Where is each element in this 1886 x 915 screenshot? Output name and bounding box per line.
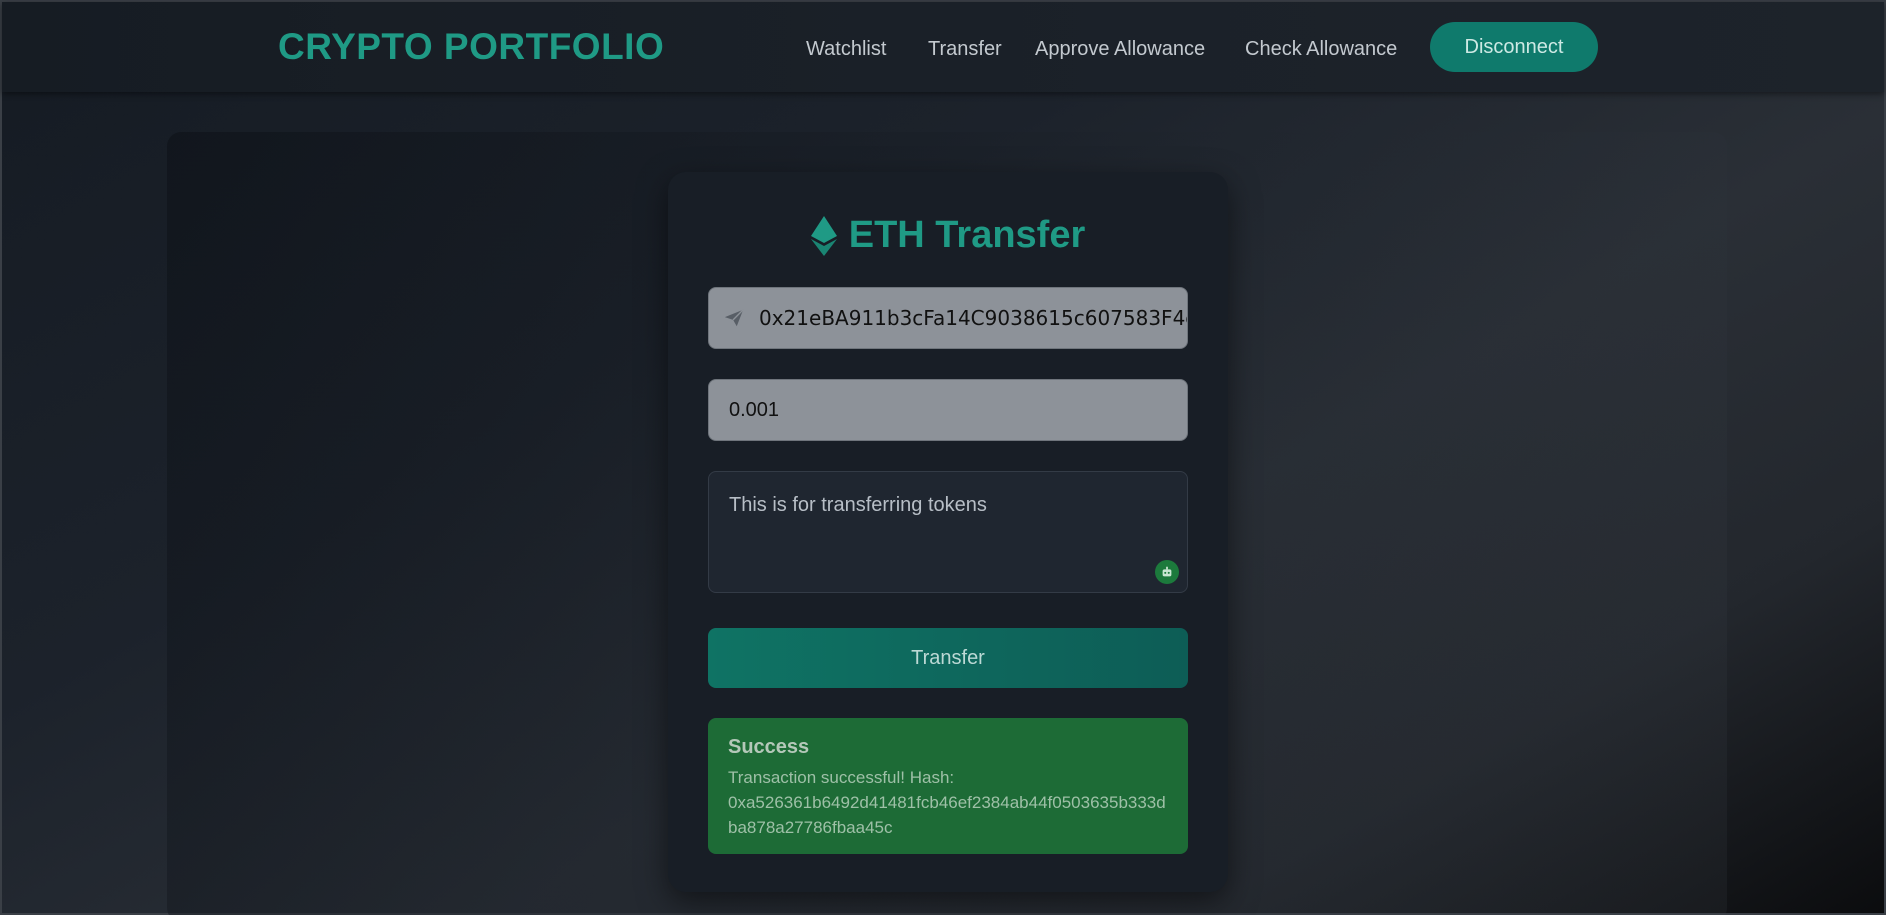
send-icon	[724, 309, 744, 327]
card-title: ETH Transfer	[668, 214, 1228, 257]
eth-transfer-card: ETH Transfer 0x21eBA911b3cFa14C9038615c6…	[668, 172, 1228, 892]
recipient-address-input[interactable]: 0x21eBA911b3cFa14C9038615c607583F4cA1D	[708, 287, 1188, 349]
alert-title: Success	[728, 736, 810, 758]
recipient-address-value: 0x21eBA911b3cFa14C9038615c607583F4cA1D	[759, 306, 1187, 330]
memo-value: This is for transferring tokens	[729, 494, 987, 516]
nav-link-approve-allowance[interactable]: Approve Allowance	[1035, 38, 1205, 61]
amount-input[interactable]: 0.001	[708, 379, 1188, 441]
top-navbar: CRYPTO PORTFOLIO Watchlist Transfer Appr…	[2, 2, 1884, 92]
brand-title[interactable]: CRYPTO PORTFOLIO	[278, 26, 664, 68]
nav-link-check-allowance[interactable]: Check Allowance	[1245, 38, 1397, 61]
alert-message: Transaction successful! Hash:	[728, 768, 955, 787]
nav-link-watchlist[interactable]: Watchlist	[806, 38, 886, 61]
disconnect-button[interactable]: Disconnect	[1430, 22, 1598, 72]
transfer-button[interactable]: Transfer	[708, 628, 1188, 688]
nav-link-transfer[interactable]: Transfer	[928, 38, 1002, 61]
memo-textarea[interactable]: This is for transferring tokens	[708, 471, 1188, 593]
success-alert: Success Transaction successful! Hash: 0x…	[708, 718, 1188, 854]
amount-value: 0.001	[729, 398, 780, 421]
transaction-hash: 0xa526361b6492d41481fcb46ef2384ab44f0503…	[728, 793, 1166, 837]
alert-body: Transaction successful! Hash: 0xa526361b…	[728, 765, 1168, 840]
card-title-text: ETH Transfer	[848, 214, 1086, 256]
ethereum-icon	[810, 215, 837, 256]
bot-icon[interactable]	[1155, 560, 1179, 584]
